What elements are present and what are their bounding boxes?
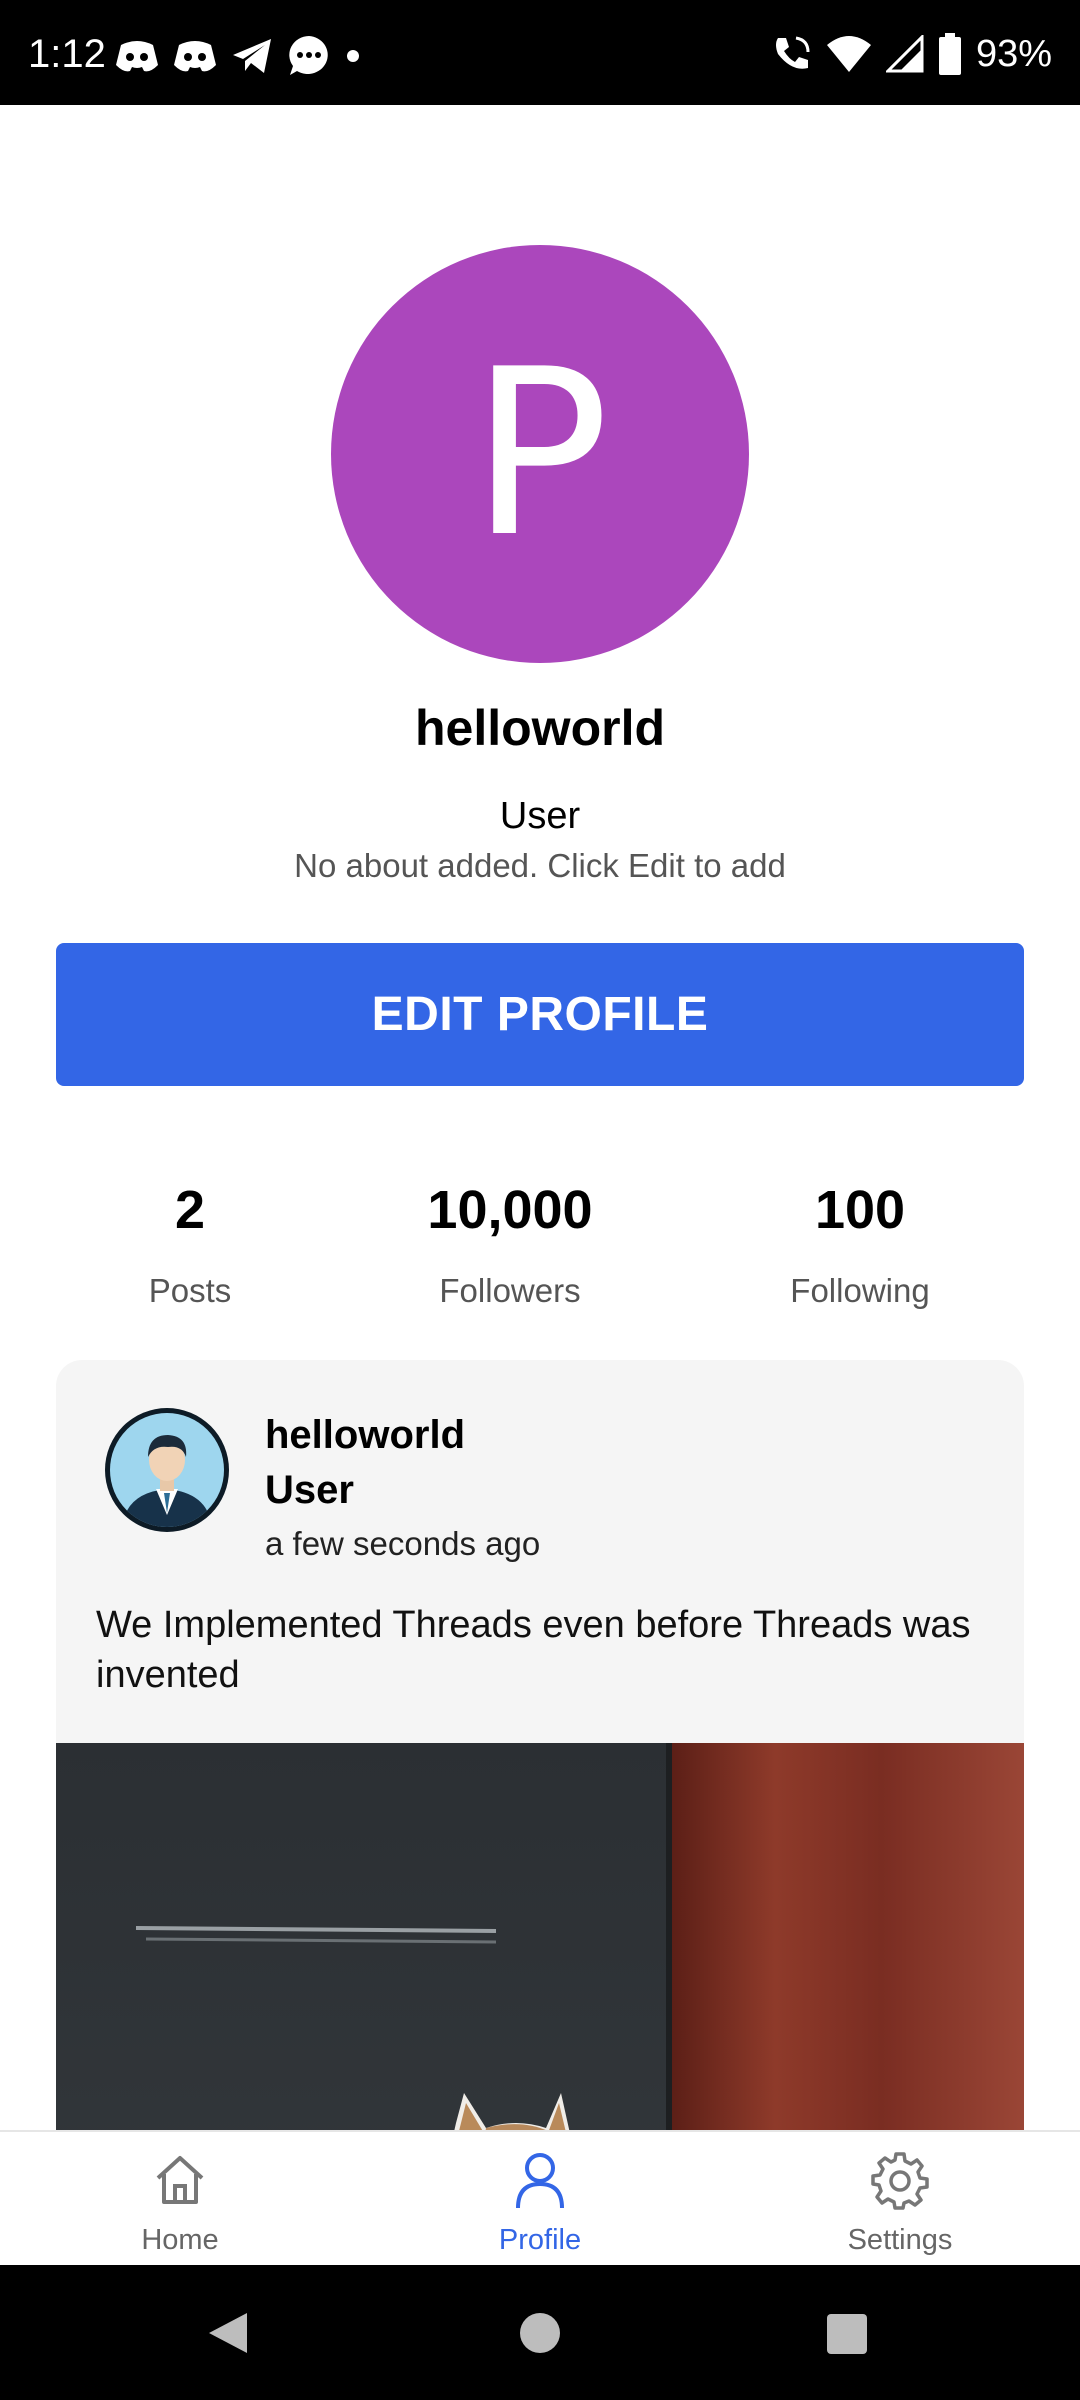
battery-icon	[938, 33, 961, 75]
telegram-icon	[233, 39, 271, 73]
profile-role: User	[499, 795, 581, 837]
home-circle-icon[interactable]	[519, 2312, 561, 2354]
notification-icons	[115, 36, 361, 76]
back-icon[interactable]	[205, 2310, 251, 2356]
post-timestamp: a few seconds ago	[265, 1525, 541, 1562]
bottom-navigation: Home Profile Settings	[0, 2130, 1080, 2267]
chat-bubble-icon	[289, 36, 328, 75]
stat-value: 2	[174, 1180, 206, 1240]
nav-settings-label: Settings	[847, 2224, 953, 2256]
post-author-role: User	[265, 1468, 354, 1512]
system-navigation-bar	[0, 2265, 1080, 2400]
post-author-name[interactable]: helloworld	[265, 1408, 465, 1462]
nav-settings[interactable]: Settings	[720, 2132, 1080, 2267]
avatar-letter: P	[470, 320, 610, 588]
post-text: We Implemented Threads even before Threa…	[96, 1604, 971, 1696]
battery-percent: 93%	[975, 33, 1052, 75]
gear-icon	[871, 2152, 929, 2210]
stat-value: 10,000	[427, 1180, 593, 1240]
discord-icon	[116, 41, 158, 72]
system-status-icons: 93%	[772, 24, 1052, 84]
signal-icon	[885, 35, 924, 73]
recents-icon[interactable]	[826, 2313, 868, 2355]
person-icon	[516, 2153, 564, 2209]
edit-profile-button[interactable]: EDIT PROFILE	[56, 943, 1024, 1086]
status-bar: 1:12 93%	[0, 0, 1080, 105]
stat-label: Following	[790, 1272, 930, 1309]
profile-avatar[interactable]: P	[331, 245, 749, 663]
stat-value: 100	[814, 1180, 906, 1240]
stat-followers[interactable]: 10,000 Followers	[330, 1170, 690, 1316]
status-time: 1:12	[28, 32, 106, 76]
home-icon	[156, 2156, 204, 2204]
stat-posts[interactable]: 2 Posts	[10, 1170, 370, 1316]
profile-username: helloworld	[415, 700, 665, 756]
profile-about: No about added. Click Edit to add	[294, 847, 786, 884]
stat-following[interactable]: 100 Following	[680, 1170, 1040, 1316]
discord-icon	[174, 41, 216, 72]
post-author-avatar[interactable]	[102, 1405, 232, 1535]
dot-icon	[347, 50, 359, 62]
stat-label: Posts	[148, 1272, 232, 1309]
stat-label: Followers	[439, 1272, 581, 1309]
nav-profile[interactable]: Profile	[360, 2132, 720, 2267]
nav-home-label: Home	[141, 2224, 219, 2256]
nav-profile-label: Profile	[498, 2224, 582, 2256]
wifi-call-icon	[775, 36, 810, 69]
wifi-icon	[826, 36, 871, 72]
nav-home[interactable]: Home	[0, 2132, 360, 2267]
